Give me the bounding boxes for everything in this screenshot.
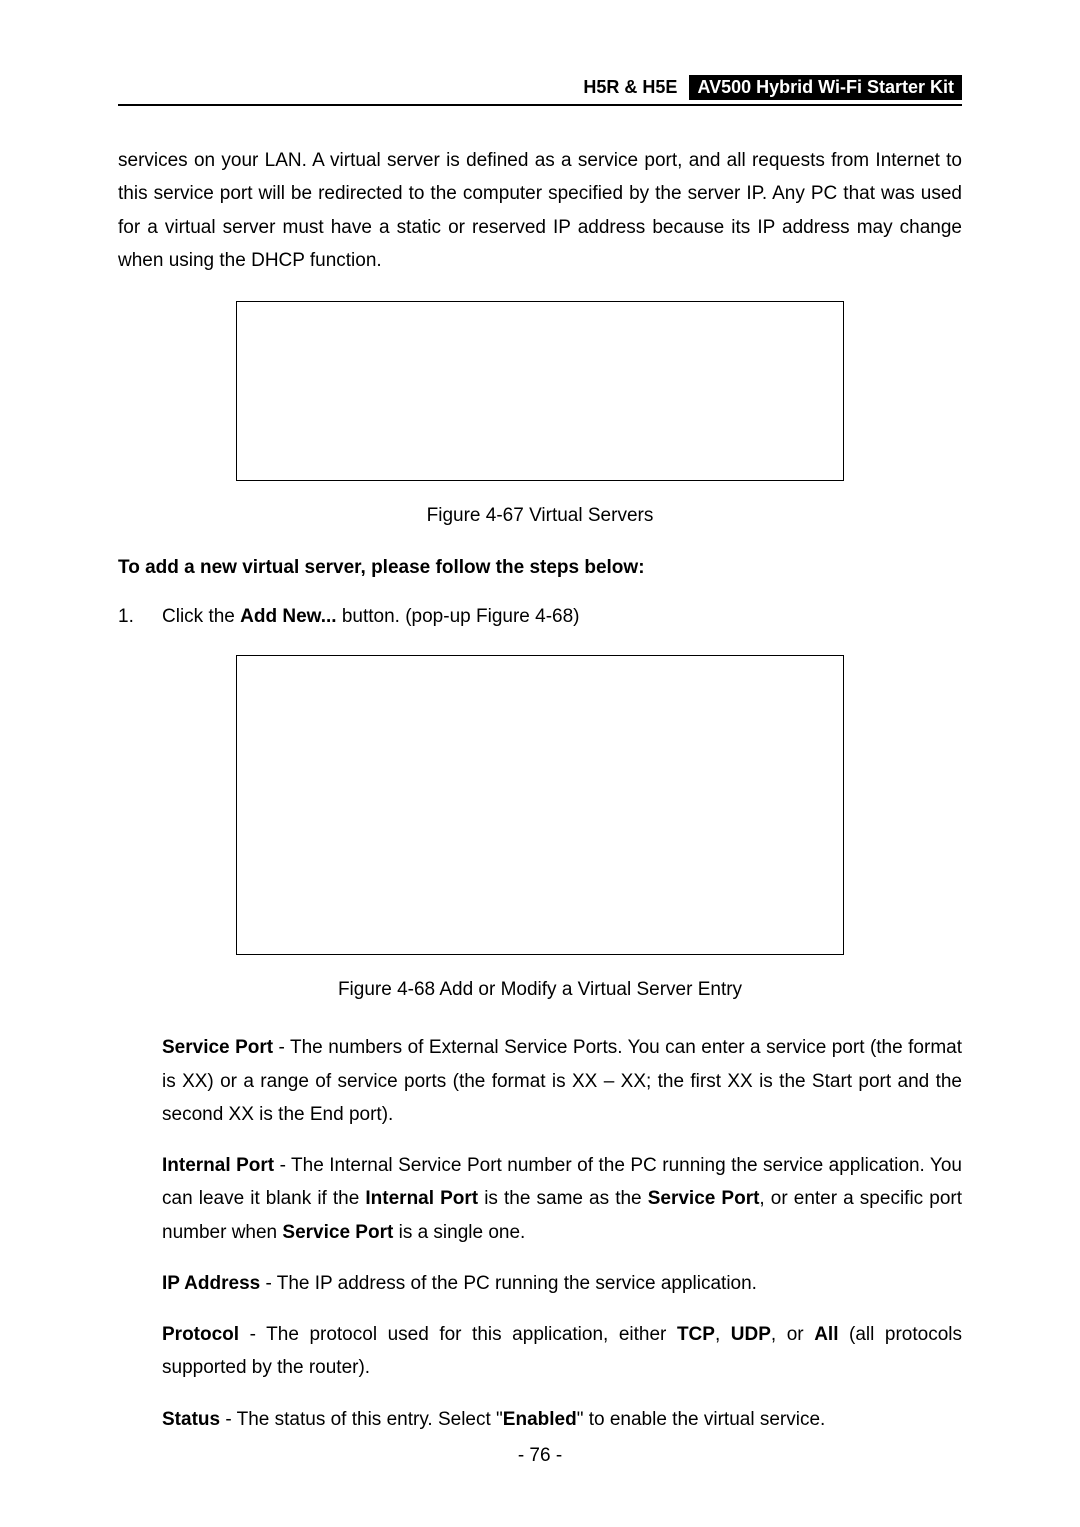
ordered-step-list: 1. Click the Add New... button. (pop-up … (118, 601, 962, 633)
step-1-text: Click the Add New... button. (pop-up Fig… (162, 601, 579, 633)
intro-paragraph: services on your LAN. A virtual server i… (118, 144, 962, 277)
def-internal-port: Internal Port - The Internal Service Por… (162, 1149, 962, 1249)
def-status: Status - The status of this entry. Selec… (162, 1403, 962, 1436)
definitions-block: Service Port - The numbers of External S… (118, 1031, 962, 1436)
def-ip-address: IP Address - The IP address of the PC ru… (162, 1267, 962, 1300)
header-model: H5R & H5E (583, 77, 677, 98)
figure-1-caption: Figure 4-67 Virtual Servers (118, 505, 962, 527)
header-product: AV500 Hybrid Wi-Fi Starter Kit (689, 75, 962, 100)
step-1-number: 1. (118, 601, 162, 633)
header-divider (118, 104, 962, 106)
page-number: - 76 - (0, 1445, 1080, 1467)
def-service-port: Service Port - The numbers of External S… (162, 1031, 962, 1131)
figure-2-placeholder (236, 655, 844, 955)
page-header: H5R & H5E AV500 Hybrid Wi-Fi Starter Kit (118, 75, 962, 100)
figure-2-caption: Figure 4-68 Add or Modify a Virtual Serv… (118, 979, 962, 1001)
def-protocol: Protocol - The protocol used for this ap… (162, 1318, 962, 1385)
figure-1-placeholder (236, 301, 844, 481)
step-heading: To add a new virtual server, please foll… (118, 557, 962, 579)
step-1: 1. Click the Add New... button. (pop-up … (118, 601, 962, 633)
